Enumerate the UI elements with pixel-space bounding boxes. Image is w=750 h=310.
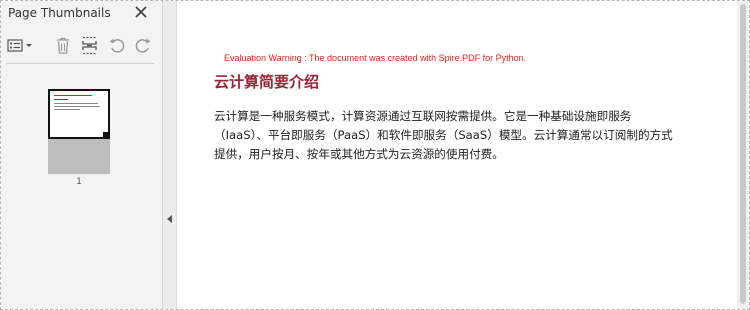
close-panel-button[interactable]: [132, 3, 150, 21]
toolbar-divider: [6, 63, 154, 64]
thumbnail-page-number: 1: [76, 177, 82, 187]
insert-page-button[interactable]: [79, 34, 101, 56]
page-thumbnail[interactable]: 1: [48, 89, 110, 193]
document-title: 云计算简要介绍: [214, 73, 320, 91]
thumbnails-toolbar: [5, 34, 155, 60]
document-view: Evaluation Warning : The document was cr…: [177, 1, 737, 309]
delete-page-icon: [57, 37, 69, 54]
paragraph-line: （IaaS）、平台即服务（PaaS）和软件即服务（SaaS）模型。云计算通常以订…: [214, 128, 673, 142]
paragraph-line: 提供，用户按月、按年或其他方式为云资源的使用付费。: [214, 147, 504, 161]
rotate-left-icon: [109, 38, 125, 53]
paragraph-line: 云计算是一种服务模式，计算资源通过互联网按需提供。它是一种基础设施即服务: [214, 109, 632, 123]
delete-page-button[interactable]: [52, 34, 74, 56]
thumbnail-options-icon: [7, 39, 32, 52]
thumbnails-panel: Page Thumbnails 1: [1, 1, 163, 309]
rotate-right-button[interactable]: [132, 34, 154, 56]
rotate-right-icon: [135, 38, 151, 53]
close-icon: [135, 6, 147, 18]
thumbnail-resize-handle: [103, 132, 108, 137]
vertical-scrollbar[interactable]: [737, 1, 749, 309]
rotate-left-button[interactable]: [106, 34, 128, 56]
evaluation-warning: Evaluation Warning : The document was cr…: [224, 53, 527, 63]
scrollbar-thumb[interactable]: [740, 4, 746, 304]
panel-splitter[interactable]: [163, 1, 177, 309]
panel-title: Page Thumbnails: [8, 6, 111, 20]
thumbnail-options-button[interactable]: [5, 34, 35, 56]
collapse-panel-icon[interactable]: [167, 215, 172, 223]
insert-page-icon: [82, 36, 97, 55]
thumbnail-page-lower: [48, 139, 110, 174]
thumbnail-page-preview: [48, 89, 110, 139]
document-paragraph: 云计算是一种服务模式，计算资源通过互联网按需提供。它是一种基础设施即服务 （Ia…: [214, 107, 719, 164]
